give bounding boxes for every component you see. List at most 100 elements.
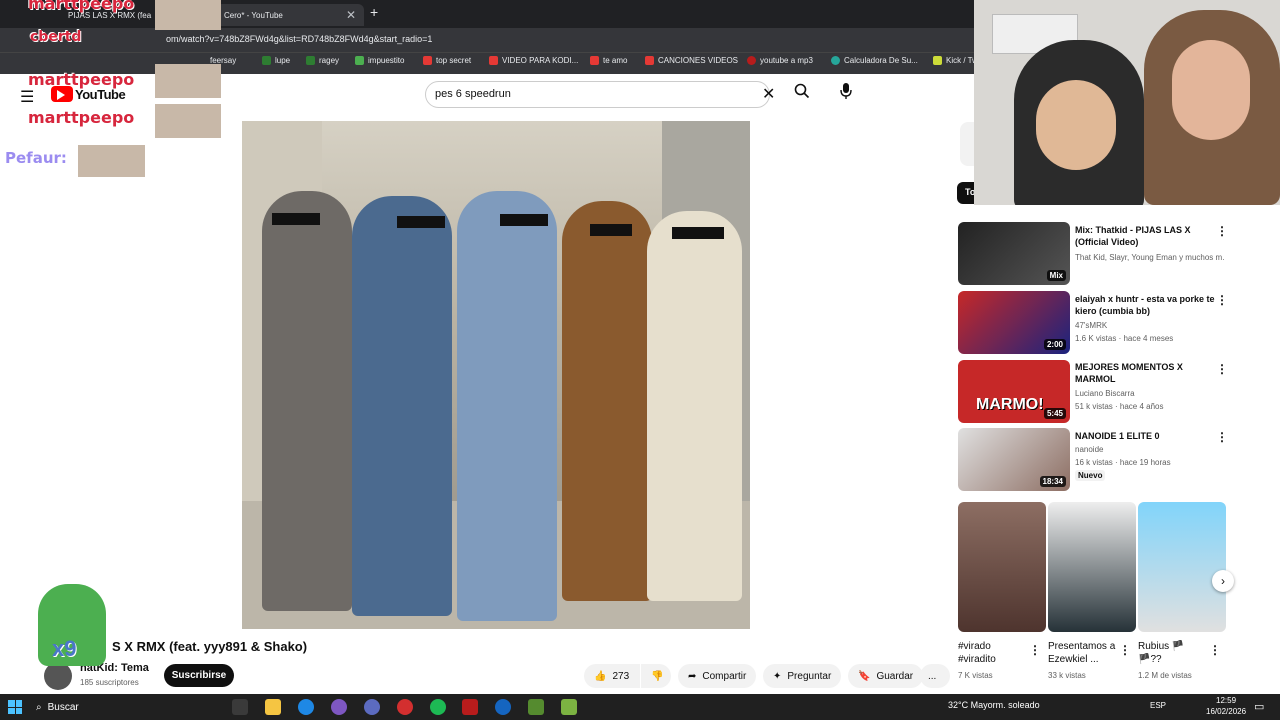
short-thumbnail[interactable]: [1138, 502, 1226, 632]
censor-bar: [272, 213, 320, 225]
ask-button[interactable]: ✦ Preguntar: [763, 664, 842, 688]
save-label: Guardar: [876, 670, 914, 682]
spotify-icon[interactable]: [430, 699, 446, 715]
minecraft-icon[interactable]: [561, 699, 577, 715]
app-icon[interactable]: [528, 699, 544, 715]
recommendation-channel: That Kid, Slayr, Young Eman y muchos m..…: [1075, 253, 1225, 262]
more-options-icon[interactable]: ⋮: [1119, 643, 1131, 657]
video-player[interactable]: [242, 121, 750, 629]
subscribe-button[interactable]: Suscribirse: [164, 664, 234, 687]
censor-bar: [672, 227, 724, 239]
duration-badge: 2:00: [1043, 339, 1066, 350]
more-options-icon[interactable]: ⋮: [1029, 643, 1041, 657]
recommendation-title[interactable]: elaiyah x huntr - esta va porke te kiero…: [1075, 293, 1215, 317]
clock[interactable]: 12:59 16/02/2026: [1206, 695, 1246, 717]
weather-widget[interactable]: 32°C Mayorm. soleado: [948, 700, 1040, 710]
short-views: 33 k vistas: [1048, 671, 1086, 680]
recommendation-title[interactable]: Mix: Thatkid - PIJAS LAS X (Official Vid…: [1075, 224, 1215, 248]
overlay-emote: [155, 64, 221, 98]
kick-icon: [933, 56, 942, 65]
bookmark-item[interactable]: Kick / Tw: [933, 56, 978, 65]
more-options-icon[interactable]: ⋮: [1216, 430, 1228, 444]
recommendation-thumbnail[interactable]: 2:00: [958, 291, 1070, 354]
overlay-emote: [78, 145, 145, 177]
short-title[interactable]: Presentamos a Ezewkiel ...: [1048, 640, 1118, 666]
like-button[interactable]: 👍 273: [584, 664, 640, 688]
recommendation-thumbnail[interactable]: 18:34: [958, 428, 1070, 491]
taskbar-search[interactable]: ⌕ Buscar: [36, 697, 226, 717]
task-view-icon[interactable]: [232, 699, 248, 715]
recommendation-title[interactable]: MEJORES MOMENTOS X MARMOL: [1075, 361, 1215, 385]
search-button[interactable]: [784, 83, 820, 107]
app-icon[interactable]: [462, 699, 478, 715]
edge-icon[interactable]: [298, 699, 314, 715]
clear-search-icon[interactable]: ✕: [762, 84, 775, 104]
censor-bar: [500, 214, 548, 226]
more-options-icon[interactable]: ⋮: [1209, 643, 1221, 657]
recommendation-title[interactable]: NANOIDE 1 ELITE 0: [1075, 430, 1215, 442]
censor-bar: [590, 224, 632, 236]
more-options-icon[interactable]: ⋮: [1216, 293, 1228, 307]
save-button[interactable]: 🔖 Guardar: [848, 664, 924, 688]
overlay-emote: [155, 0, 221, 30]
short-title[interactable]: Rubius 🏴 🏴??: [1138, 640, 1208, 666]
clock-time: 12:59: [1216, 696, 1237, 705]
voice-search-button[interactable]: [832, 82, 860, 108]
language-indicator[interactable]: ESP: [1150, 701, 1166, 710]
url-field[interactable]: om/watch?v=748bZ8FWd4g&list=RD748bZ8FWd4…: [166, 34, 432, 44]
bookmark-item[interactable]: impuestito: [355, 56, 404, 65]
more-options-icon[interactable]: ⋮: [1216, 362, 1228, 376]
more-actions-button[interactable]: ...: [920, 664, 950, 688]
recommendation-thumbnail[interactable]: Mix: [958, 222, 1070, 285]
more-icon: ...: [928, 670, 937, 682]
app-icon[interactable]: [331, 699, 347, 715]
notification-icon[interactable]: ▭: [1254, 700, 1264, 713]
recommendation-stats: 16 k vistas · hace 19 horas: [1075, 458, 1171, 467]
bookmark-icon: [355, 56, 364, 65]
search-icon: ⌕: [36, 701, 42, 713]
bookmark-icon: [831, 56, 840, 65]
recommendation-stats: 1.6 K vistas · hace 4 meses: [1075, 334, 1174, 343]
recommendation-thumbnail[interactable]: MARMO! 5:45: [958, 360, 1070, 423]
share-icon: ➦: [688, 670, 697, 682]
bookmark-icon: [747, 56, 756, 65]
bookmark-item[interactable]: VIDEO PARA KODI...: [489, 56, 578, 65]
more-options-icon[interactable]: ⋮: [1216, 224, 1228, 238]
share-button[interactable]: ➦ Compartir: [678, 664, 757, 688]
video-person: [562, 201, 652, 601]
censor-bar: [397, 216, 445, 228]
bookmark-item[interactable]: youtube a mp3: [747, 56, 813, 65]
short-title[interactable]: #virado #viradito: [958, 640, 1028, 666]
youtube-logo-text[interactable]: YouTube: [75, 87, 126, 102]
share-label: Compartir: [702, 670, 747, 682]
short-thumbnail[interactable]: [958, 502, 1046, 632]
overlay-emote: [155, 104, 221, 138]
chevron-right-icon[interactable]: ›: [1212, 570, 1234, 592]
bookmark-item[interactable]: Calculadora De Su...: [831, 56, 918, 65]
obs-icon[interactable]: [397, 699, 413, 715]
search-input[interactable]: pes 6 speedrun: [425, 81, 770, 108]
menu-icon[interactable]: ☰: [20, 87, 34, 107]
short-views: 7 K vistas: [958, 671, 993, 680]
bookmark-icon: [262, 56, 271, 65]
channel-avatar[interactable]: [44, 662, 72, 690]
bookmark-icon: [306, 56, 315, 65]
tab-label: Cero* - YouTube: [224, 10, 283, 20]
bookmark-item[interactable]: te amo: [590, 56, 627, 65]
video-person: [457, 191, 557, 621]
discord-icon[interactable]: [364, 699, 380, 715]
youtube-icon: [423, 56, 432, 65]
close-tab-icon[interactable]: ✕: [346, 8, 356, 22]
bookmark-item[interactable]: ragey: [306, 56, 339, 65]
thumbs-up-icon: 👍: [594, 670, 607, 682]
bookmark-item[interactable]: top secret: [423, 56, 471, 65]
new-tab-button[interactable]: +: [370, 4, 378, 20]
dislike-button[interactable]: 👎: [641, 664, 671, 688]
steam-icon[interactable]: [495, 699, 511, 715]
bookmark-item[interactable]: CANCIONES VIDEOS: [645, 56, 738, 65]
windows-start-icon[interactable]: [8, 700, 22, 714]
short-thumbnail[interactable]: [1048, 502, 1136, 632]
bookmark-item[interactable]: lupe: [262, 56, 290, 65]
tab-youtube[interactable]: Cero* - YouTube ✕: [216, 4, 364, 26]
file-explorer-icon[interactable]: [265, 699, 281, 715]
